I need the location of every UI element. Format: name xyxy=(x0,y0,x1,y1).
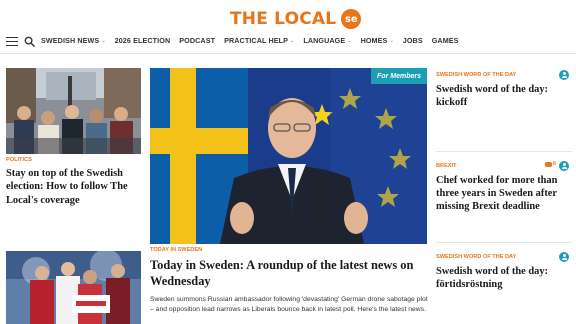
comment-count-value: 6 xyxy=(552,161,556,167)
nav-label: SWEDISH NEWS xyxy=(41,36,100,45)
election-crowd-image[interactable] xyxy=(6,68,141,154)
nav-item-homes[interactable]: HOMES ⌄ xyxy=(361,36,394,45)
nav-item-podcast[interactable]: PODCAST xyxy=(179,36,215,45)
logo-badge: se xyxy=(341,9,362,29)
nav-item-games[interactable]: GAMES xyxy=(432,36,459,45)
nav-item-practical-help[interactable]: PRACTICAL HELP ⌄ xyxy=(224,36,294,45)
chevron-down-icon: ⌄ xyxy=(347,37,352,44)
sidebar-article[interactable]: BREXIT 6 Chef worked for more than three… xyxy=(436,161,572,214)
masthead: THE LOCAL se xyxy=(0,0,576,34)
campaign-rally-image[interactable] xyxy=(6,251,141,324)
nav-label: GAMES xyxy=(431,36,459,45)
article-kicker[interactable]: POLITICS xyxy=(6,157,32,163)
chevron-down-icon: ⌄ xyxy=(290,37,295,44)
article-headline[interactable]: Stay on top of the Swedish election: How… xyxy=(6,167,142,207)
nav-item-language[interactable]: LANGUAGE ⌄ xyxy=(303,36,351,45)
chevron-down-icon: ⌄ xyxy=(389,37,394,44)
article-headline[interactable]: Swedish word of the day: kickoff xyxy=(436,83,572,109)
chevron-down-icon: ⌄ xyxy=(101,37,106,44)
members-user-icon xyxy=(559,252,569,262)
nav-label: 2026 ELECTION xyxy=(114,36,171,45)
nav-tools xyxy=(6,36,35,47)
logo-text: THE LOCAL xyxy=(230,9,337,29)
article-headline[interactable]: Swedish word of the day: förtidsröstning xyxy=(436,265,572,291)
nav-item-swedish-news[interactable]: SWEDISH NEWS ⌄ xyxy=(41,36,106,45)
nav-label: JOBS xyxy=(402,36,423,45)
article-kicker[interactable]: SWEDISH WORD OF THE DAY xyxy=(436,254,572,260)
nav-item-jobs[interactable]: JOBS xyxy=(403,36,423,45)
nav-label: PRACTICAL HELP xyxy=(224,36,289,45)
article-headline[interactable]: Chef worked for more than three years in… xyxy=(436,174,572,214)
article-headline[interactable]: Today in Sweden: A roundup of the latest… xyxy=(150,258,430,289)
nav-label: HOMES xyxy=(360,36,388,45)
nav-label: PODCAST xyxy=(179,36,216,45)
comment-count[interactable]: 6 xyxy=(544,161,556,167)
sidebar-article[interactable]: SWEDISH WORD OF THE DAY Swedish word of … xyxy=(436,252,572,291)
site-logo[interactable]: THE LOCAL se xyxy=(230,8,362,30)
members-user-icon xyxy=(559,161,569,171)
nav-item-2026-election[interactable]: 2026 ELECTION xyxy=(115,36,171,45)
members-badge: For Members xyxy=(371,68,427,84)
article-divider xyxy=(436,151,572,152)
article-divider xyxy=(436,242,572,243)
nav-label: LANGUAGE xyxy=(303,36,346,45)
members-user-icon xyxy=(559,70,569,80)
article-summary: Sweden summons Russian ambassador follow… xyxy=(150,296,428,313)
sidebar-article[interactable]: SWEDISH WORD OF THE DAY Swedish word of … xyxy=(436,70,572,109)
main-nav: SWEDISH NEWS ⌄ 2026 ELECTION PODCAST PRAC… xyxy=(0,34,576,50)
search-icon[interactable] xyxy=(24,36,35,47)
nav-menu: SWEDISH NEWS ⌄ 2026 ELECTION PODCAST PRAC… xyxy=(41,36,468,45)
article-kicker[interactable]: TODAY IN SWEDEN xyxy=(150,247,202,253)
comment-icon xyxy=(544,161,552,167)
article-kicker[interactable]: SWEDISH WORD OF THE DAY xyxy=(436,72,572,78)
pm-speaking-image[interactable]: For Members xyxy=(150,68,427,244)
nav-divider xyxy=(0,53,576,54)
menu-icon[interactable] xyxy=(6,36,18,47)
